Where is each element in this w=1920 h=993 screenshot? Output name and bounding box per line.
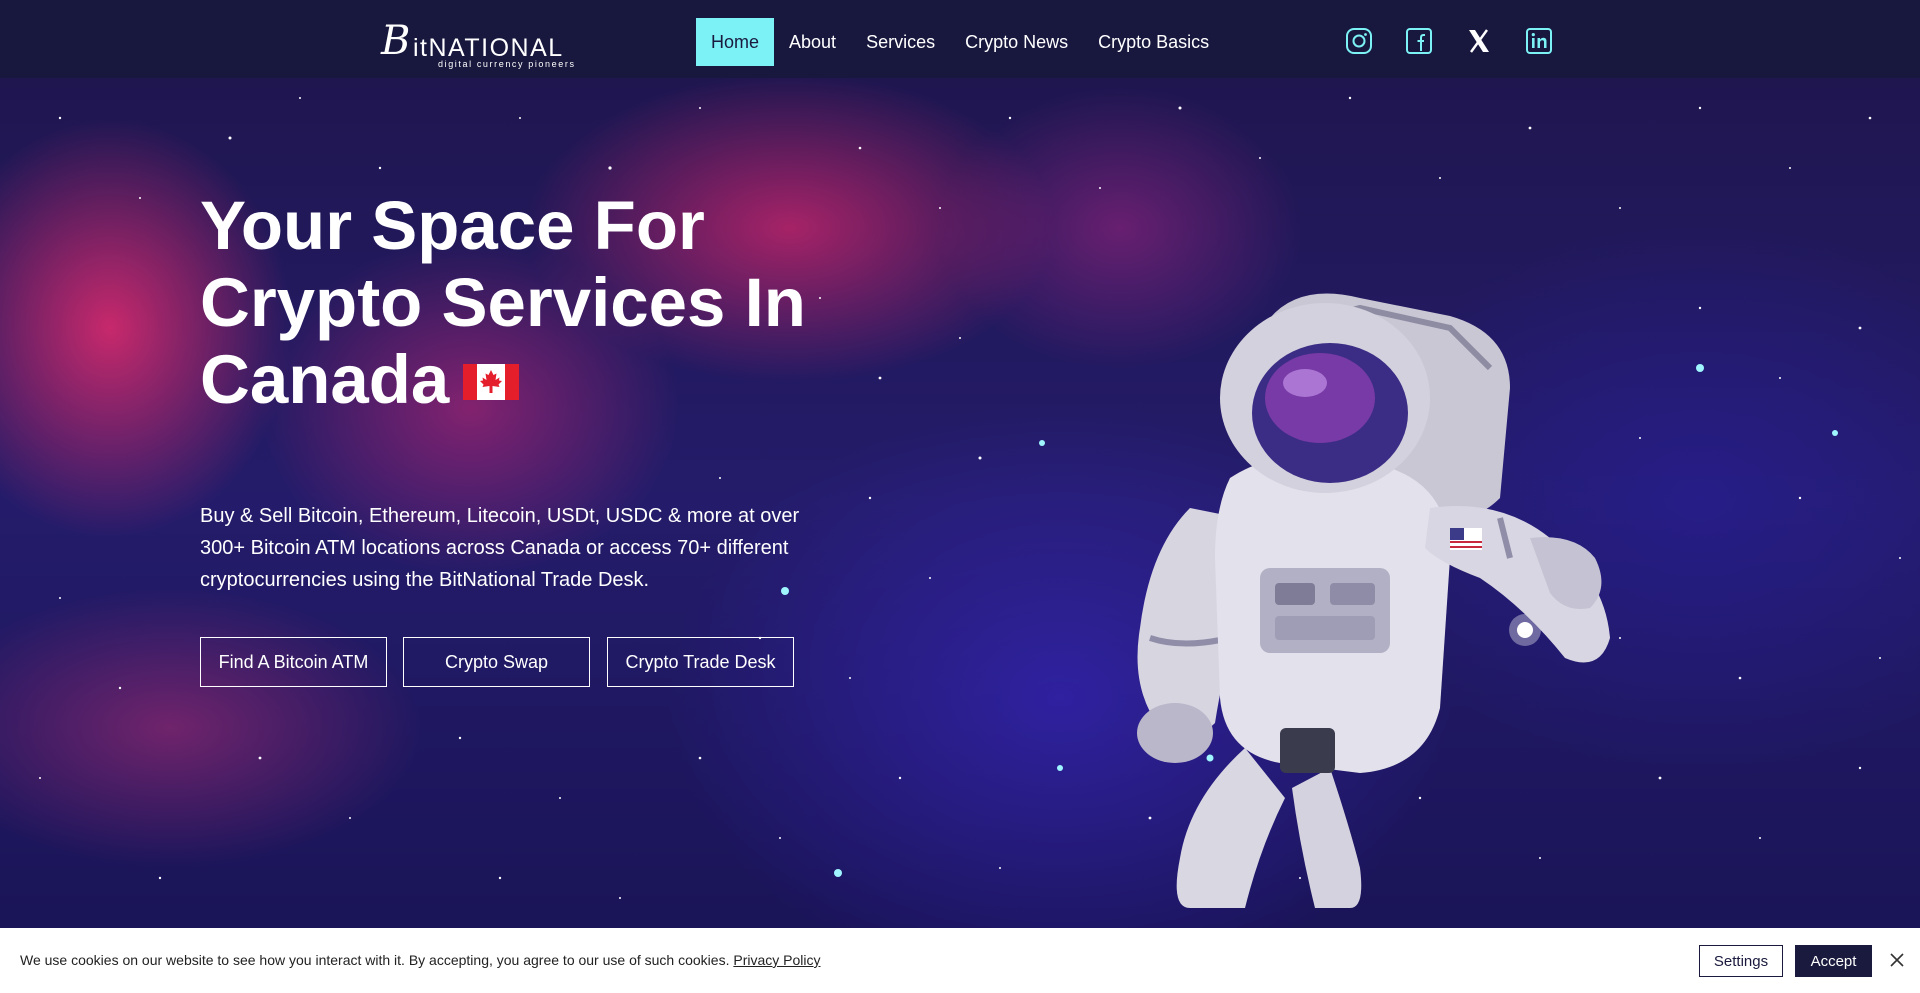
astronaut-image — [1137, 293, 1610, 908]
privacy-policy-link[interactable]: Privacy Policy — [733, 952, 820, 968]
find-bitcoin-atm-button[interactable]: Find A Bitcoin ATM — [200, 637, 387, 687]
cookie-banner: We use cookies on our website to see how… — [0, 928, 1920, 993]
hero-title-line-3: Canada — [200, 341, 450, 418]
crypto-swap-button[interactable]: Crypto Swap — [403, 637, 590, 687]
linkedin-icon[interactable] — [1525, 27, 1553, 55]
logo-tagline: digital currency pioneers — [438, 59, 576, 69]
site-header: B itNATIONAL digital currency pioneers H… — [0, 0, 1920, 78]
cookie-settings-button[interactable]: Settings — [1699, 945, 1783, 977]
logo-wordmark: itNATIONAL — [413, 34, 564, 62]
close-icon[interactable] — [1886, 949, 1908, 971]
hero-section: Your Space For Crypto Services In Canada… — [0, 78, 1920, 928]
x-icon[interactable] — [1465, 27, 1493, 55]
nav-item-about[interactable]: About — [774, 18, 851, 66]
hero-title: Your Space For Crypto Services In Canada — [200, 187, 920, 423]
hero-title-line-2: Crypto Services In — [200, 264, 806, 341]
cookie-message: We use cookies on our website to see how… — [20, 952, 821, 968]
cookie-message-text: We use cookies on our website to see how… — [20, 952, 730, 968]
canada-flag-icon — [463, 340, 520, 417]
nav-item-home[interactable]: Home — [696, 18, 775, 66]
logo-initial: B — [381, 18, 411, 64]
hero-title-line-1: Your Space For — [200, 187, 705, 264]
facebook-icon[interactable] — [1405, 27, 1433, 55]
nav-item-crypto-news[interactable]: Crypto News — [950, 18, 1083, 66]
bitnational-logo[interactable]: B itNATIONAL digital currency pioneers — [381, 18, 576, 69]
hero-description: Buy & Sell Bitcoin, Ethereum, Litecoin, … — [200, 505, 800, 591]
crypto-trade-desk-button[interactable]: Crypto Trade Desk — [607, 637, 794, 687]
main-nav: Home About Services Crypto News Crypto B… — [696, 18, 1224, 66]
cookie-accept-button[interactable]: Accept — [1795, 945, 1872, 977]
nav-item-services[interactable]: Services — [851, 18, 950, 66]
nav-item-crypto-basics[interactable]: Crypto Basics — [1083, 18, 1224, 66]
instagram-icon[interactable] — [1345, 27, 1373, 55]
